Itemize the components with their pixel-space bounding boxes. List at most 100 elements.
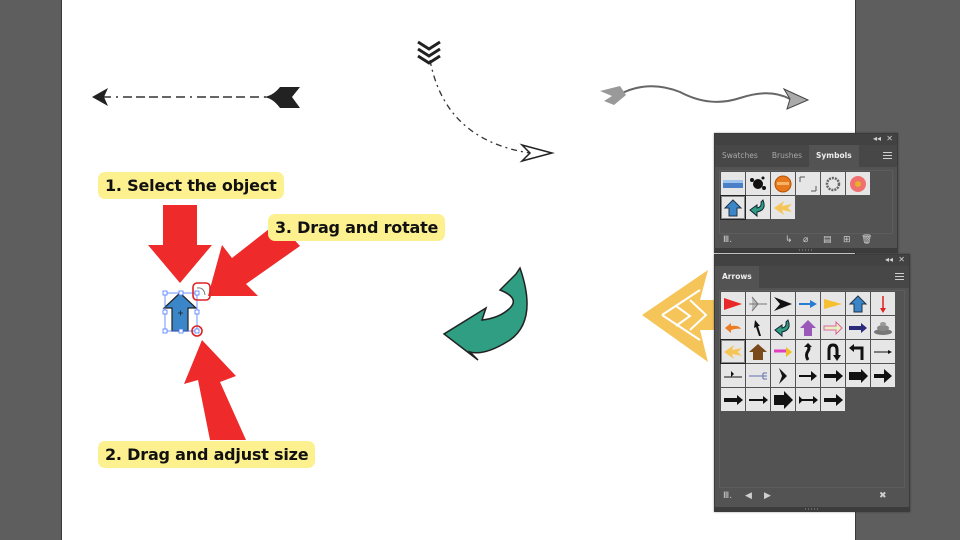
next-library-icon[interactable]: ▶ xyxy=(764,491,771,501)
teal-curved-arrow[interactable] xyxy=(442,266,528,361)
close-icon[interactable]: ✕ xyxy=(898,254,905,266)
symbol-left-turn-arrow[interactable] xyxy=(846,340,870,363)
black-arrow-3-icon xyxy=(724,394,743,405)
symbol-trident-arrow[interactable] xyxy=(746,364,770,387)
chevron-fletching xyxy=(417,40,441,65)
symbol-pink-outline-arrow[interactable] xyxy=(821,316,845,339)
symbol-brown-house-arrow[interactable] xyxy=(746,340,770,363)
panel-menu-icon[interactable] xyxy=(895,273,904,281)
blue-thin-arrow-icon xyxy=(799,299,817,308)
dashed-left-arrow[interactable] xyxy=(92,87,300,108)
symbol-corner-frame[interactable] xyxy=(796,172,820,195)
symbol-red-down-arrow[interactable] xyxy=(871,292,895,315)
wavy-gray-arrow[interactable] xyxy=(600,85,810,110)
u-turn-arrow-icon xyxy=(827,342,841,361)
break-link-icon[interactable]: ⌀ xyxy=(803,235,808,245)
panel-tab-row: Arrows xyxy=(715,266,909,288)
symbol-black-arrow-4[interactable] xyxy=(746,388,770,411)
symbol-black-bold-arrow[interactable] xyxy=(871,364,895,387)
orange-curved-left-arrow-icon xyxy=(725,322,741,333)
black-bold-arrow-icon xyxy=(874,368,892,383)
blue-gradient-bar-icon xyxy=(723,179,743,188)
collapse-icon[interactable]: ◂◂ xyxy=(873,133,881,145)
symbol-library-icon[interactable]: Ⅲ. xyxy=(723,491,732,501)
green-curved-arrow-icon xyxy=(774,318,790,337)
symbol-options-icon[interactable]: ▤ xyxy=(823,235,832,245)
delete-icon[interactable]: 🗑 xyxy=(861,235,872,245)
symbol-green-curved-arrow[interactable] xyxy=(746,196,770,219)
collapse-icon[interactable]: ◂◂ xyxy=(885,254,893,266)
symbol-stacked-stone-arrow[interactable] xyxy=(871,316,895,339)
symbol-yellow-pennant-arrow[interactable] xyxy=(821,292,845,315)
close-library-icon[interactable]: ✖ xyxy=(879,491,887,501)
teal-arrow-shape xyxy=(442,266,528,361)
symbol-blue-gradient-bar[interactable] xyxy=(721,172,745,195)
gold-maze-arrow[interactable] xyxy=(642,270,720,362)
symbol-navy-arrow[interactable] xyxy=(846,316,870,339)
gold-arrow-shape xyxy=(642,270,720,362)
red-pointer-down xyxy=(148,205,212,283)
yellow-left-arrow-icon xyxy=(724,344,742,359)
symbol-red-flag-arrow[interactable] xyxy=(721,292,745,315)
blue-up-arrow-icon xyxy=(723,198,743,216)
gray-fletching xyxy=(600,86,626,105)
black-arrow-5-icon xyxy=(824,393,843,406)
symbols-panel: ◂◂ ✕ Swatches Brushes Symbols Ⅲ. ↳ ⌀ ▤ ⊞… xyxy=(714,133,898,253)
symbol-orange-curved-left-arrow[interactable] xyxy=(721,316,745,339)
symbol-weathervane-arrow[interactable] xyxy=(721,364,745,387)
symbol-purple-up-arrow[interactable] xyxy=(796,316,820,339)
symbol-black-arrow-1[interactable] xyxy=(796,364,820,387)
symbol-black-cursor-arrow[interactable] xyxy=(746,316,770,339)
symbol-black-big-arrow[interactable] xyxy=(771,388,795,411)
symbols-grid xyxy=(720,172,870,220)
symbol-gray-feather-arrow[interactable] xyxy=(746,292,770,315)
symbol-blue-thin-arrow[interactable] xyxy=(796,292,820,315)
symbol-pink-flower[interactable] xyxy=(846,172,870,195)
black-block-arrow-icon xyxy=(849,368,868,383)
symbol-ink-splatter[interactable] xyxy=(746,172,770,195)
tab-swatches[interactable]: Swatches xyxy=(715,145,765,167)
tab-brushes[interactable]: Brushes xyxy=(765,145,809,167)
close-icon[interactable]: ✕ xyxy=(886,133,893,145)
symbol-yellow-left-arrow[interactable] xyxy=(720,339,746,364)
symbol-black-chevron-right[interactable] xyxy=(771,364,795,387)
curved-dashed-arrow[interactable] xyxy=(417,40,555,163)
pink-flower-icon xyxy=(850,175,866,192)
panel-topbar: ◂◂ ✕ xyxy=(715,255,909,266)
yellow-left-arrow-icon xyxy=(774,200,792,215)
symbol-green-curved-arrow[interactable] xyxy=(771,316,795,339)
green-curved-arrow-icon xyxy=(749,198,765,217)
symbol-library-icon[interactable]: Ⅲ. xyxy=(723,235,732,245)
gray-arrowhead xyxy=(782,87,810,110)
arrows-grid xyxy=(720,292,895,411)
place-symbol-icon[interactable]: ↳ xyxy=(785,235,793,245)
red-pointer-up xyxy=(184,340,246,440)
weathervane-arrow-icon xyxy=(724,370,742,377)
symbol-yellow-left-arrow[interactable] xyxy=(771,196,795,219)
symbol-blue-up-arrow[interactable] xyxy=(846,292,870,315)
previous-library-icon[interactable]: ◀ xyxy=(745,491,752,501)
symbol-black-feather-arrow[interactable] xyxy=(796,388,820,411)
symbol-black-arrow-5[interactable] xyxy=(821,388,845,411)
symbol-black-chevron-arrow[interactable] xyxy=(771,292,795,315)
symbol-u-turn-arrow[interactable] xyxy=(821,340,845,363)
selected-blue-arrow[interactable] xyxy=(162,282,211,337)
symbol-thin-line-arrow[interactable] xyxy=(871,340,895,363)
symbol-wavy-up-arrow[interactable] xyxy=(796,340,820,363)
symbol-orange-button[interactable] xyxy=(771,172,795,195)
symbol-blue-up-arrow[interactable] xyxy=(720,195,746,220)
new-symbol-icon[interactable]: ⊞ xyxy=(843,235,851,245)
panel-resize-grip[interactable] xyxy=(715,248,897,252)
tab-symbols[interactable]: Symbols xyxy=(809,145,859,167)
panel-menu-icon[interactable] xyxy=(883,152,892,160)
symbol-black-arrow-2[interactable] xyxy=(821,364,845,387)
red-down-arrow-icon xyxy=(880,295,886,313)
panel-tab-row: Swatches Brushes Symbols xyxy=(715,145,897,167)
symbol-black-block-arrow[interactable] xyxy=(846,364,870,387)
tab-arrows[interactable]: Arrows xyxy=(715,266,759,288)
panel-resize-grip[interactable] xyxy=(715,507,909,511)
orange-button-icon xyxy=(774,175,792,192)
symbol-rainbow-arrow[interactable] xyxy=(771,340,795,363)
symbol-black-arrow-3[interactable] xyxy=(721,388,745,411)
symbol-gray-ring[interactable] xyxy=(821,172,845,195)
